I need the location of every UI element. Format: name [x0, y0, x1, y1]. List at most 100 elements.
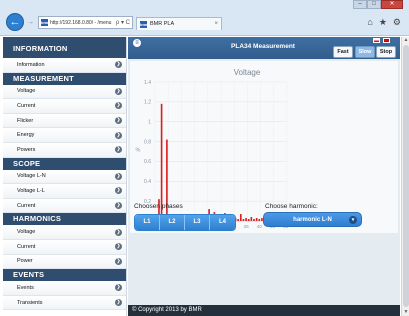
sidebar-item-events[interactable]: Events ❯: [3, 281, 126, 296]
sidebar-section-events: EVENTS: [3, 269, 126, 282]
main-panel: ≡ PLA34 Measurement Fast Slow Stop Volta…: [128, 37, 400, 316]
browser-chrome: – □ ✕ ← → bmr http://192.168.0.80/ - /me…: [0, 0, 409, 36]
chevron-right-icon: ❯: [115, 284, 122, 292]
back-arrow-icon[interactable]: ←: [6, 13, 24, 31]
address-actions-icon[interactable]: ρ ▾ C: [116, 19, 130, 26]
chart-bar: [255, 218, 258, 221]
harmonic-select[interactable]: harmonic L-N ▾: [263, 212, 362, 227]
sidebar-item-label: Current: [17, 102, 36, 109]
settings-gear-icon[interactable]: ⚙: [393, 17, 401, 28]
y-tick-label: 1.2: [144, 100, 151, 106]
sidebar-item-scope-current[interactable]: Current ❯: [3, 198, 126, 214]
phase-l4-button[interactable]: L4: [210, 215, 235, 230]
phase-l2-button[interactable]: L2: [160, 215, 185, 230]
scroll-thumb[interactable]: [403, 45, 409, 307]
phase-label: Choosen phases: [134, 203, 183, 210]
chevron-right-icon: ❯: [115, 117, 122, 125]
sidebar-item-label: Voltage: [17, 229, 36, 236]
chevron-right-icon: ❯: [115, 146, 122, 154]
sidebar-item-label: Current: [17, 202, 36, 209]
chevron-right-icon: ❯: [115, 202, 122, 210]
language-flags: [373, 38, 390, 43]
page-title: PLA34 Measurement: [231, 43, 295, 50]
sidebar-item-harmonics-current[interactable]: Current ❯: [3, 239, 126, 255]
scroll-down-icon[interactable]: ▼: [402, 309, 409, 316]
sidebar-item-label: Information: [17, 61, 45, 68]
browser-tab[interactable]: bmr BMR PLA ×: [136, 17, 222, 30]
sidebar-item-label: Voltage L-N: [17, 173, 46, 180]
czech-flag-icon[interactable]: [373, 38, 380, 43]
forward-arrow-icon[interactable]: →: [27, 18, 37, 27]
sidebar-item-label: Energy: [17, 132, 35, 139]
address-bar[interactable]: bmr http://192.168.0.80/ - /menu ρ ▾ C: [38, 16, 133, 29]
site-favicon-icon: bmr: [41, 19, 49, 26]
y-tick-label: 1: [148, 120, 151, 126]
chart-bar: [237, 219, 239, 221]
stop-button[interactable]: Stop: [376, 46, 396, 58]
sidebar-item-label: Power: [17, 258, 33, 265]
phase-l1-button[interactable]: L1: [135, 215, 160, 230]
top-bar: ≡ PLA34 Measurement Fast Slow Stop: [128, 37, 400, 59]
sidebar-item-label: Current: [17, 243, 36, 250]
phase-l3-button[interactable]: L3: [185, 215, 210, 230]
chevron-right-icon: ❯: [115, 172, 122, 180]
sidebar-item-information[interactable]: Information ❯: [3, 58, 126, 73]
close-window-button[interactable]: ✕: [381, 0, 403, 9]
sidebar-item-label: Voltage: [17, 88, 36, 95]
slow-button[interactable]: Slow: [355, 46, 375, 58]
minimize-button[interactable]: –: [353, 0, 367, 9]
sidebar-item-harmonics-power[interactable]: Power ❯: [3, 254, 126, 270]
window-controls: – □ ✕: [353, 0, 403, 10]
chevron-right-icon: ❯: [115, 131, 122, 139]
chevron-down-icon: ▾: [349, 216, 357, 224]
chart-bar: [258, 219, 261, 221]
chevron-right-icon: ❯: [115, 299, 122, 307]
tab-close-icon[interactable]: ×: [214, 21, 218, 27]
menu-toggle-icon[interactable]: ≡: [133, 39, 141, 47]
x-tick-label: 40: [257, 224, 263, 229]
chart-bar: [253, 219, 255, 221]
chevron-right-icon: ❯: [115, 228, 122, 236]
chevron-right-icon: ❯: [115, 243, 122, 251]
browser-toolbar-icons: ⌂ ★ ⚙: [367, 17, 401, 28]
sidebar-item-voltage[interactable]: Voltage ❯: [3, 84, 126, 100]
favorites-star-icon[interactable]: ★: [379, 17, 387, 28]
chevron-right-icon: ❯: [115, 187, 122, 195]
sidebar: INFORMATION Information ❯ MEASUREMENT Vol…: [3, 37, 127, 316]
sidebar-item-label: Powers: [17, 146, 36, 153]
sidebar-item-transients[interactable]: Transients ❯: [3, 295, 126, 311]
sidebar-item-voltage-ln[interactable]: Voltage L-N ❯: [3, 169, 126, 185]
sidebar-section-scope: SCOPE: [3, 157, 126, 170]
sidebar-item-label: Flicker: [17, 117, 34, 124]
scroll-up-icon[interactable]: ▲: [402, 37, 409, 44]
address-text[interactable]: http://192.168.0.80/ - /menu: [50, 20, 114, 26]
phase-buttons: L1 L2 L3 L4: [134, 214, 236, 231]
chart-bar: [242, 219, 245, 221]
x-tick-label: 35: [244, 224, 250, 229]
footer: © Copyright 2013 by BMR: [128, 305, 400, 316]
fast-button[interactable]: Fast: [333, 46, 353, 58]
sidebar-item-harmonics-voltage[interactable]: Voltage ❯: [3, 225, 126, 240]
sidebar-item-label: Events: [17, 284, 34, 291]
home-icon[interactable]: ⌂: [367, 17, 372, 28]
sidebar-item-powers[interactable]: Powers ❯: [3, 142, 126, 158]
sidebar-section-information: INFORMATION: [3, 37, 126, 58]
chart-bar: [245, 218, 247, 221]
english-flag-icon[interactable]: [383, 38, 390, 43]
maximize-button[interactable]: □: [367, 0, 381, 9]
chart-bar: [250, 217, 253, 221]
y-axis-label: %: [136, 148, 141, 154]
sidebar-item-label: Voltage L-L: [17, 187, 45, 194]
sidebar-section-harmonics: HARMONICS: [3, 213, 126, 226]
sidebar-item-label: Transients: [17, 299, 43, 306]
sidebar-item-flicker[interactable]: Flicker ❯: [3, 113, 126, 129]
y-tick-label: 1.4: [144, 80, 151, 86]
sidebar-item-voltage-ll[interactable]: Voltage L-L ❯: [3, 184, 126, 199]
chart-bar: [247, 219, 250, 221]
tab-favicon-icon: bmr: [140, 20, 148, 28]
sidebar-item-energy[interactable]: Energy ❯: [3, 128, 126, 143]
page-scrollbar[interactable]: ▲ ▼: [401, 37, 409, 316]
sidebar-section-measurement: MEASUREMENT: [3, 72, 126, 85]
chart-bar: [239, 214, 242, 221]
sidebar-item-current[interactable]: Current ❯: [3, 99, 126, 114]
